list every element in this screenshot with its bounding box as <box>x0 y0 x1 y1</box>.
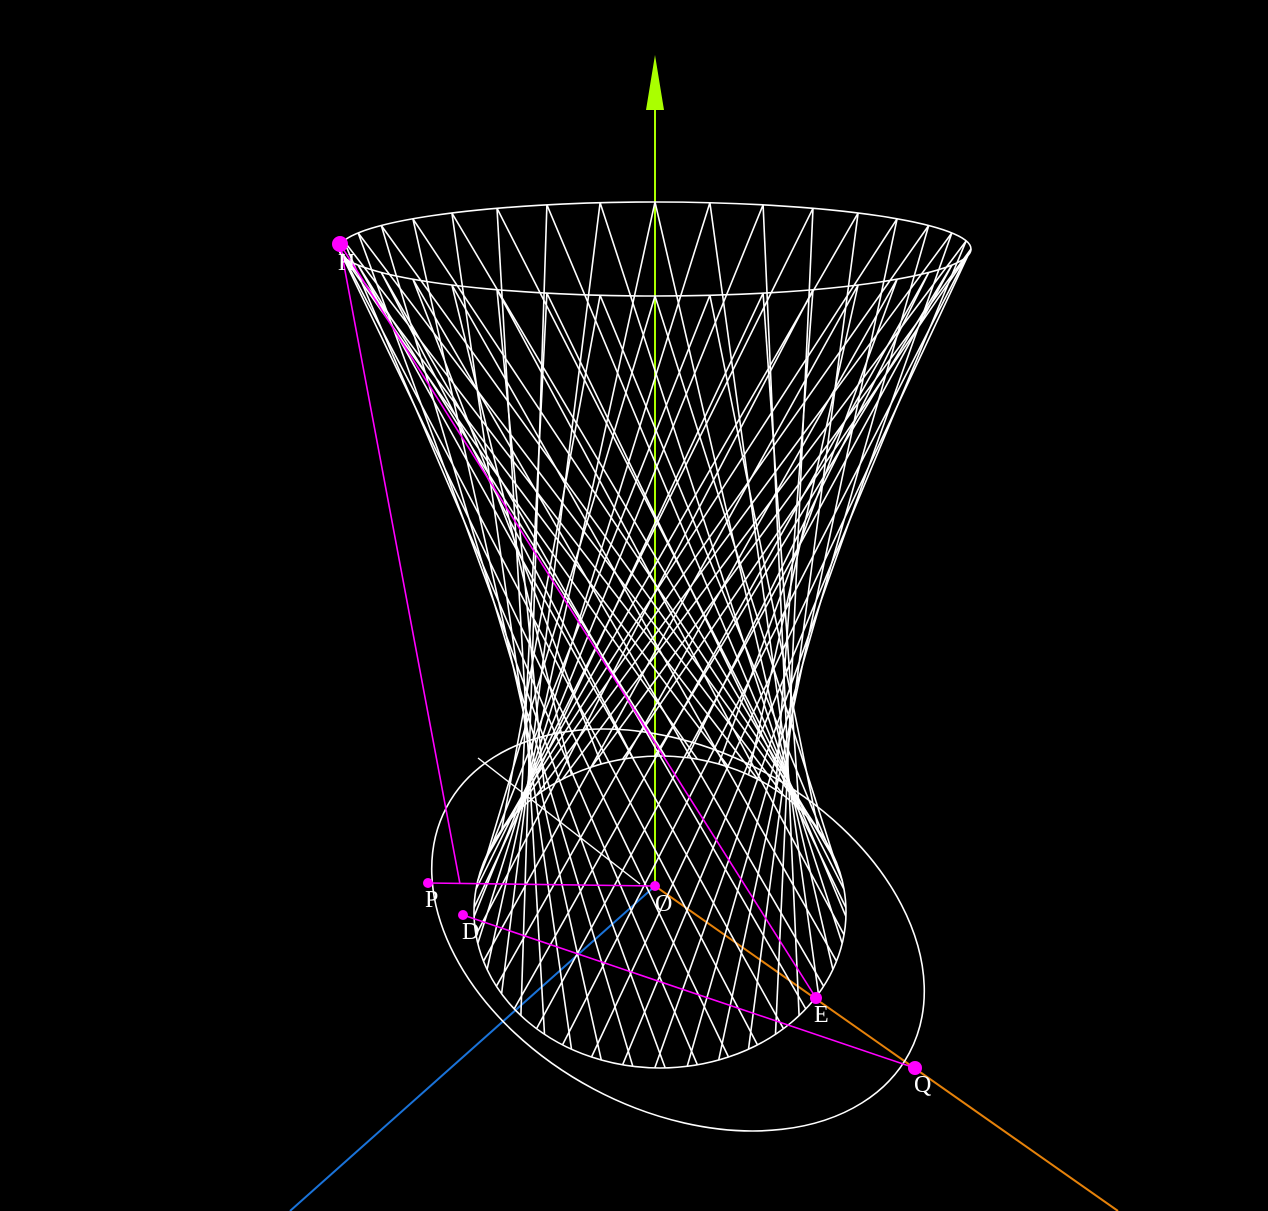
ruling-line-b <box>477 202 711 944</box>
ruling-line-b <box>357 232 666 1069</box>
ruling-line-a <box>599 202 843 944</box>
ruling-line-b <box>520 204 548 1016</box>
ruling-line-b <box>343 240 699 1066</box>
vertical-axis-arrowhead <box>646 55 664 110</box>
label-E: E <box>814 1002 829 1028</box>
ruling-line-b <box>654 264 953 757</box>
axes <box>289 55 1119 1211</box>
label-P: P <box>425 887 438 913</box>
ruling-line-b <box>686 272 930 759</box>
ruling-line-a <box>535 264 953 1030</box>
point-O <box>650 881 660 891</box>
ruling-line-a <box>621 240 967 1066</box>
segment-PO <box>427 882 656 887</box>
ruling-line-b <box>338 248 730 1058</box>
label-D: D <box>462 919 479 945</box>
hyperboloid-diagram: H P D O E Q <box>289 55 1119 1211</box>
ruling-line-a <box>338 248 730 768</box>
label-O: O <box>655 891 672 917</box>
ruling-line-a <box>412 278 603 765</box>
ruling-line-a <box>654 201 834 970</box>
diagram-canvas: H P D O E Q <box>0 0 1268 1211</box>
ruling-line-b <box>535 232 953 796</box>
label-H: H <box>338 250 355 276</box>
label-Q: Q <box>914 1072 931 1098</box>
ruling-line-b <box>380 225 634 1067</box>
